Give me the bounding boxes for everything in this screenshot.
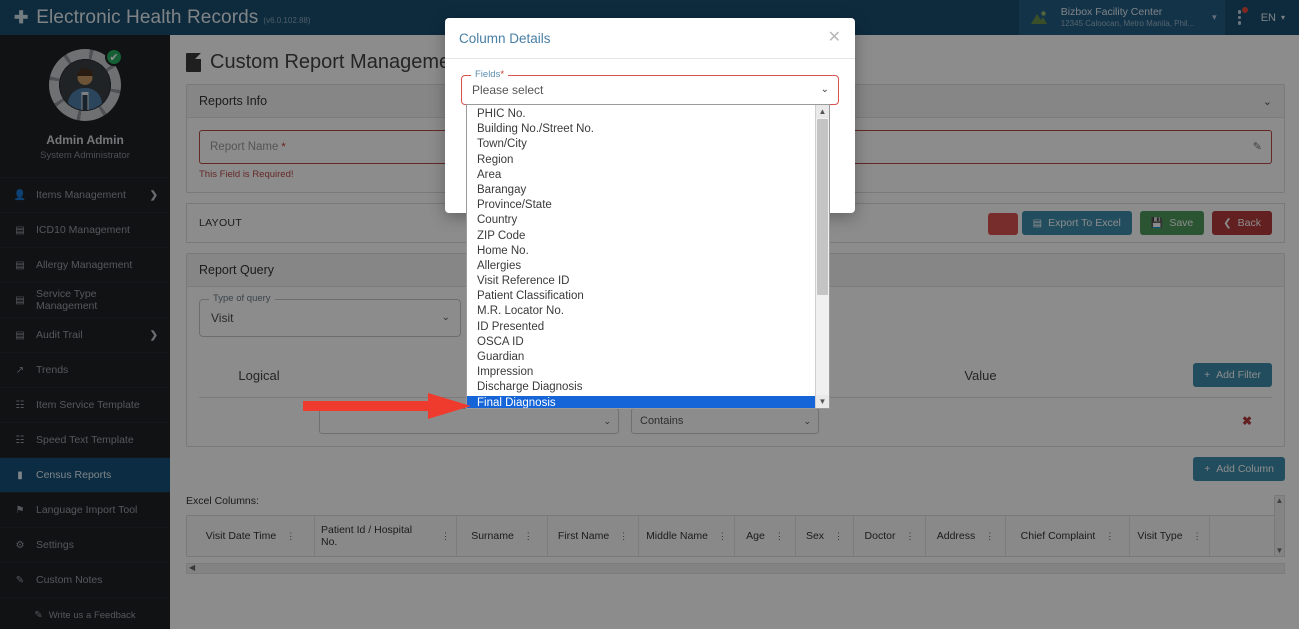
dropdown-option[interactable]: Visit Reference ID (467, 274, 815, 289)
dropdown-option[interactable]: Town/City (467, 137, 815, 152)
dropdown-option[interactable]: M.R. Locator No. (467, 304, 815, 319)
required-star: * (500, 69, 504, 80)
modal-title: Column Details (459, 31, 551, 46)
dropdown-option[interactable]: Building No./Street No. (467, 122, 815, 137)
scrollbar-thumb[interactable] (817, 119, 828, 295)
dropdown-option-selected[interactable]: Final Diagnosis (467, 396, 815, 409)
dropdown-option[interactable]: Allergies (467, 259, 815, 274)
scroll-down-icon[interactable]: ▼ (816, 395, 829, 408)
fields-dropdown-list[interactable]: PHIC No. Building No./Street No. Town/Ci… (466, 104, 830, 409)
dropdown-option[interactable]: Region (467, 153, 815, 168)
dropdown-option[interactable]: PHIC No. (467, 107, 815, 122)
dropdown-option[interactable]: Barangay (467, 183, 815, 198)
dropdown-option[interactable]: Patient Classification (467, 289, 815, 304)
dropdown-option[interactable]: Area (467, 168, 815, 183)
dropdown-option[interactable]: Guardian (467, 350, 815, 365)
fields-select[interactable]: Fields* Please select ⌄ (461, 75, 839, 105)
annotation-arrow (303, 393, 473, 424)
fields-value: Please select (472, 83, 543, 97)
dropdown-option[interactable]: ZIP Code (467, 229, 815, 244)
dropdown-option[interactable]: Discharge Diagnosis (467, 380, 815, 395)
dropdown-option[interactable]: Country (467, 213, 815, 228)
dropdown-option[interactable]: OSCA ID (467, 335, 815, 350)
dropdown-option[interactable]: Impression (467, 365, 815, 380)
dropdown-option[interactable]: Province/State (467, 198, 815, 213)
modal-body: Fields* Please select ⌄ (445, 59, 855, 105)
chevron-down-icon: ⌄ (821, 84, 829, 95)
modal-header: Column Details ✕ (445, 18, 855, 59)
app-root: ✚ Electronic Health Records (v6.0.102.88… (0, 0, 1299, 629)
close-icon[interactable]: ✕ (828, 30, 841, 46)
dropdown-scrollbar[interactable]: ▲ ▼ (815, 105, 829, 408)
fields-label-text: Fields (475, 69, 500, 80)
scroll-up-icon[interactable]: ▲ (816, 105, 829, 118)
dropdown-option[interactable]: Home No. (467, 244, 815, 259)
fields-label: Fields* (471, 69, 508, 80)
dropdown-options: PHIC No. Building No./Street No. Town/Ci… (467, 105, 815, 408)
dropdown-option[interactable]: ID Presented (467, 320, 815, 335)
